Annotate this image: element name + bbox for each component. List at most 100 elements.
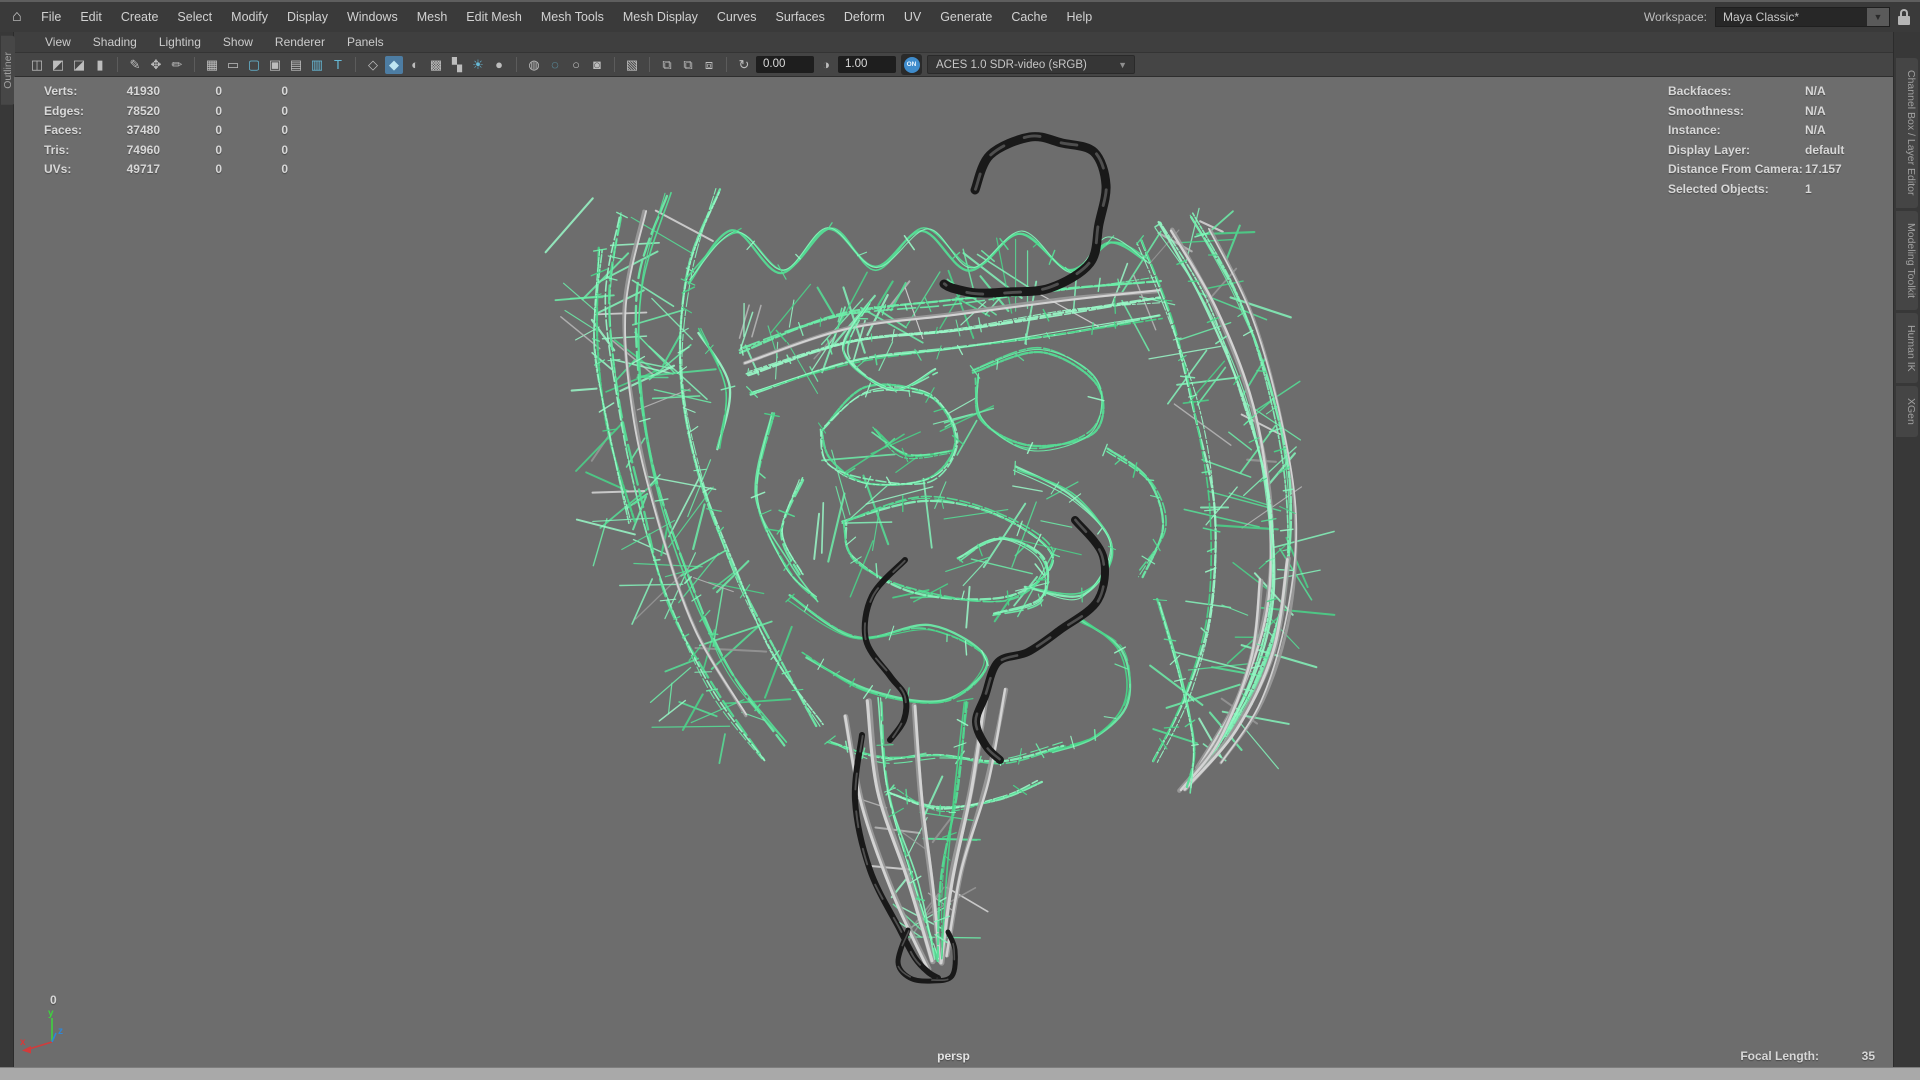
color-management-toggle[interactable]: ON [901, 54, 922, 75]
shaded-icon[interactable]: ◆ [385, 55, 403, 74]
bookmark-icon[interactable]: ▮ [91, 56, 109, 74]
shaded-wireframe-icon[interactable]: ◐ [406, 56, 424, 74]
ambient-occlusion-icon[interactable]: ◍ [525, 56, 543, 74]
textured-icon[interactable]: ▩ [427, 56, 445, 74]
home-icon[interactable]: ⌂ [12, 9, 22, 25]
camera-attributes-icon[interactable]: ◪ [70, 56, 88, 74]
motion-blur-icon[interactable]: ◌ [546, 56, 564, 74]
sculpt-tool-icon[interactable]: ✎ [126, 56, 144, 74]
menu-mesh[interactable]: Mesh [407, 10, 457, 24]
panel-menu-shading[interactable]: Shading [82, 35, 148, 49]
panel-menu-renderer[interactable]: Renderer [264, 35, 336, 49]
transform-tool-icon[interactable]: ✥ [147, 56, 165, 74]
menu-file[interactable]: File [32, 10, 71, 24]
exposure-icon[interactable]: ↻ [735, 56, 753, 74]
menu-cache[interactable]: Cache [1002, 10, 1057, 24]
hud-stat-label: Verts: [44, 84, 78, 98]
workspace-lock-icon[interactable] [1898, 9, 1910, 25]
current-frame-label: 0 [50, 993, 57, 1007]
shadows-icon[interactable]: ● [490, 56, 508, 74]
workspace-area: Workspace: Maya Classic* ▼ [1644, 7, 1912, 27]
isolate-select-icon[interactable]: ▧ [623, 56, 641, 74]
chevron-down-icon[interactable]: ▼ [1111, 60, 1134, 70]
hud-stat-value: 78520 [126, 103, 160, 118]
menu-modify[interactable]: Modify [222, 10, 278, 24]
gamma-field[interactable]: 1.00 [838, 56, 896, 73]
viewport[interactable]: Verts: 41930 0 0 Edges: 78520 0 0 Faces: 37480 0 0 T… [14, 77, 1893, 1067]
right-tab-strip: Channel Box / Layer Editor Modeling Toolk… [1893, 32, 1920, 1067]
view-transform-value: ACES 1.0 SDR-video (sRGB) [936, 58, 1087, 71]
panel-menu-show[interactable]: Show [212, 35, 264, 49]
tab-channel-box-layer-editor[interactable]: Channel Box / Layer Editor [1896, 58, 1918, 208]
hud-stat-row: Faces: 37480 0 0 [44, 121, 288, 141]
panel-menu-view[interactable]: View [34, 35, 82, 49]
menu-curves[interactable]: Curves [707, 10, 766, 24]
resolution-gate-icon[interactable]: ▢ [245, 56, 263, 74]
menu-display[interactable]: Display [277, 10, 337, 24]
hud-stat-row: UVs: 49717 0 0 [44, 160, 288, 180]
window-bottom-edge [0, 1067, 1920, 1080]
anti-aliasing-icon[interactable]: ○ [567, 56, 585, 74]
image-plane-icon[interactable]: ▥ [308, 56, 326, 74]
panel-menu-panels[interactable]: Panels [336, 35, 395, 49]
pane-layout-arrange-icon[interactable]: ⧈ [700, 56, 718, 74]
hud-detail-row: Selected Objects: 1 [1668, 180, 1844, 200]
toolbar-separator [614, 57, 615, 72]
gate-mask-icon[interactable]: ▣ [266, 56, 284, 74]
grid-icon[interactable]: ▦ [203, 56, 221, 74]
menu-uv[interactable]: UV [894, 10, 930, 24]
menu-generate[interactable]: Generate [931, 10, 1002, 24]
field-chart-icon[interactable]: ▤ [287, 56, 305, 74]
hud-detail-label: Backfaces: [1668, 84, 1732, 98]
hud-detail-label: Selected Objects: [1668, 181, 1769, 196]
menu-windows[interactable]: Windows [337, 10, 407, 24]
hud-stat-value: 0 [281, 103, 288, 118]
toolbar-separator [117, 57, 118, 72]
paint-tool-icon[interactable]: ✏ [168, 56, 186, 74]
toggle-on-badge: ON [903, 56, 920, 73]
lock-body [1898, 16, 1910, 25]
hud-detail-label: Distance From Camera: [1668, 162, 1803, 176]
tab-human-ik[interactable]: Human IK [1896, 312, 1918, 384]
contrast-icon[interactable]: ◑ [817, 56, 835, 74]
menu-mesh-tools[interactable]: Mesh Tools [531, 10, 613, 24]
tab-modeling-toolkit[interactable]: Modeling Toolkit [1896, 210, 1918, 310]
workspace-selector[interactable]: Maya Classic* ▼ [1715, 7, 1890, 27]
hud-detail-row: Display Layer: default [1668, 141, 1844, 161]
focal-length-label: Focal Length: [1740, 1049, 1819, 1063]
pane-layout-single-icon[interactable]: ⧉ [658, 56, 676, 74]
tab-xgen[interactable]: XGen [1896, 386, 1918, 438]
camera-lock-icon[interactable]: ◩ [49, 56, 67, 74]
wireframe-icon[interactable]: ◇ [364, 56, 382, 74]
menu-edit[interactable]: Edit [71, 10, 112, 24]
chevron-down-icon[interactable]: ▼ [1867, 8, 1889, 26]
toolbar-separator [355, 57, 356, 72]
pane-layout-four-icon[interactable]: ⧉ [679, 56, 697, 74]
toolbar-separator [516, 57, 517, 72]
view-transform-dropdown[interactable]: ACES 1.0 SDR-video (sRGB) ▼ [927, 55, 1135, 74]
panel-menu-lighting[interactable]: Lighting [148, 35, 212, 49]
hud-stat-value: 0 [281, 84, 288, 98]
menu-deform[interactable]: Deform [834, 10, 894, 24]
film-gate-icon[interactable]: ▭ [224, 56, 242, 74]
playblast-camera-icon[interactable]: ◫ [28, 56, 46, 74]
toolbar-separator [649, 57, 650, 72]
exposure-field[interactable]: 0.00 [756, 56, 814, 73]
viewport-canvas[interactable] [14, 77, 1893, 1067]
menu-mesh-display[interactable]: Mesh Display [613, 10, 707, 24]
panel-toolbar: ◫ ◩ ◪ ▮ ✎ ✥ ✏ ▦ ▭ ▢ ▣ ▤ ▥ T ◇ ◆ ◐ ▩ ▚ ☀ ● ◍ ◌ ○ ◙ ▧ ⧉ ⧉ ⧈ ↻ 0.00 ◑ 1.00 O… [14, 53, 1893, 77]
menu-help[interactable]: Help [1057, 10, 1102, 24]
use-all-lights-icon[interactable]: ▚ [448, 56, 466, 74]
tab-outliner[interactable]: Outliner [1, 36, 15, 105]
toolbar-separator [726, 57, 727, 72]
menu-edit-mesh[interactable]: Edit Mesh [457, 10, 532, 24]
depth-of-field-icon[interactable]: ◙ [588, 56, 606, 74]
hud-detail-label: Smoothness: [1668, 103, 1745, 118]
lighting-icon[interactable]: ☀ [469, 56, 487, 74]
safe-title-icon[interactable]: T [329, 56, 347, 74]
menu-select[interactable]: Select [168, 10, 222, 24]
hud-stat-value: 0 [215, 103, 222, 118]
hud-stat-value: 74960 [126, 142, 160, 157]
menu-surfaces[interactable]: Surfaces [766, 10, 834, 24]
menu-create[interactable]: Create [111, 10, 168, 24]
